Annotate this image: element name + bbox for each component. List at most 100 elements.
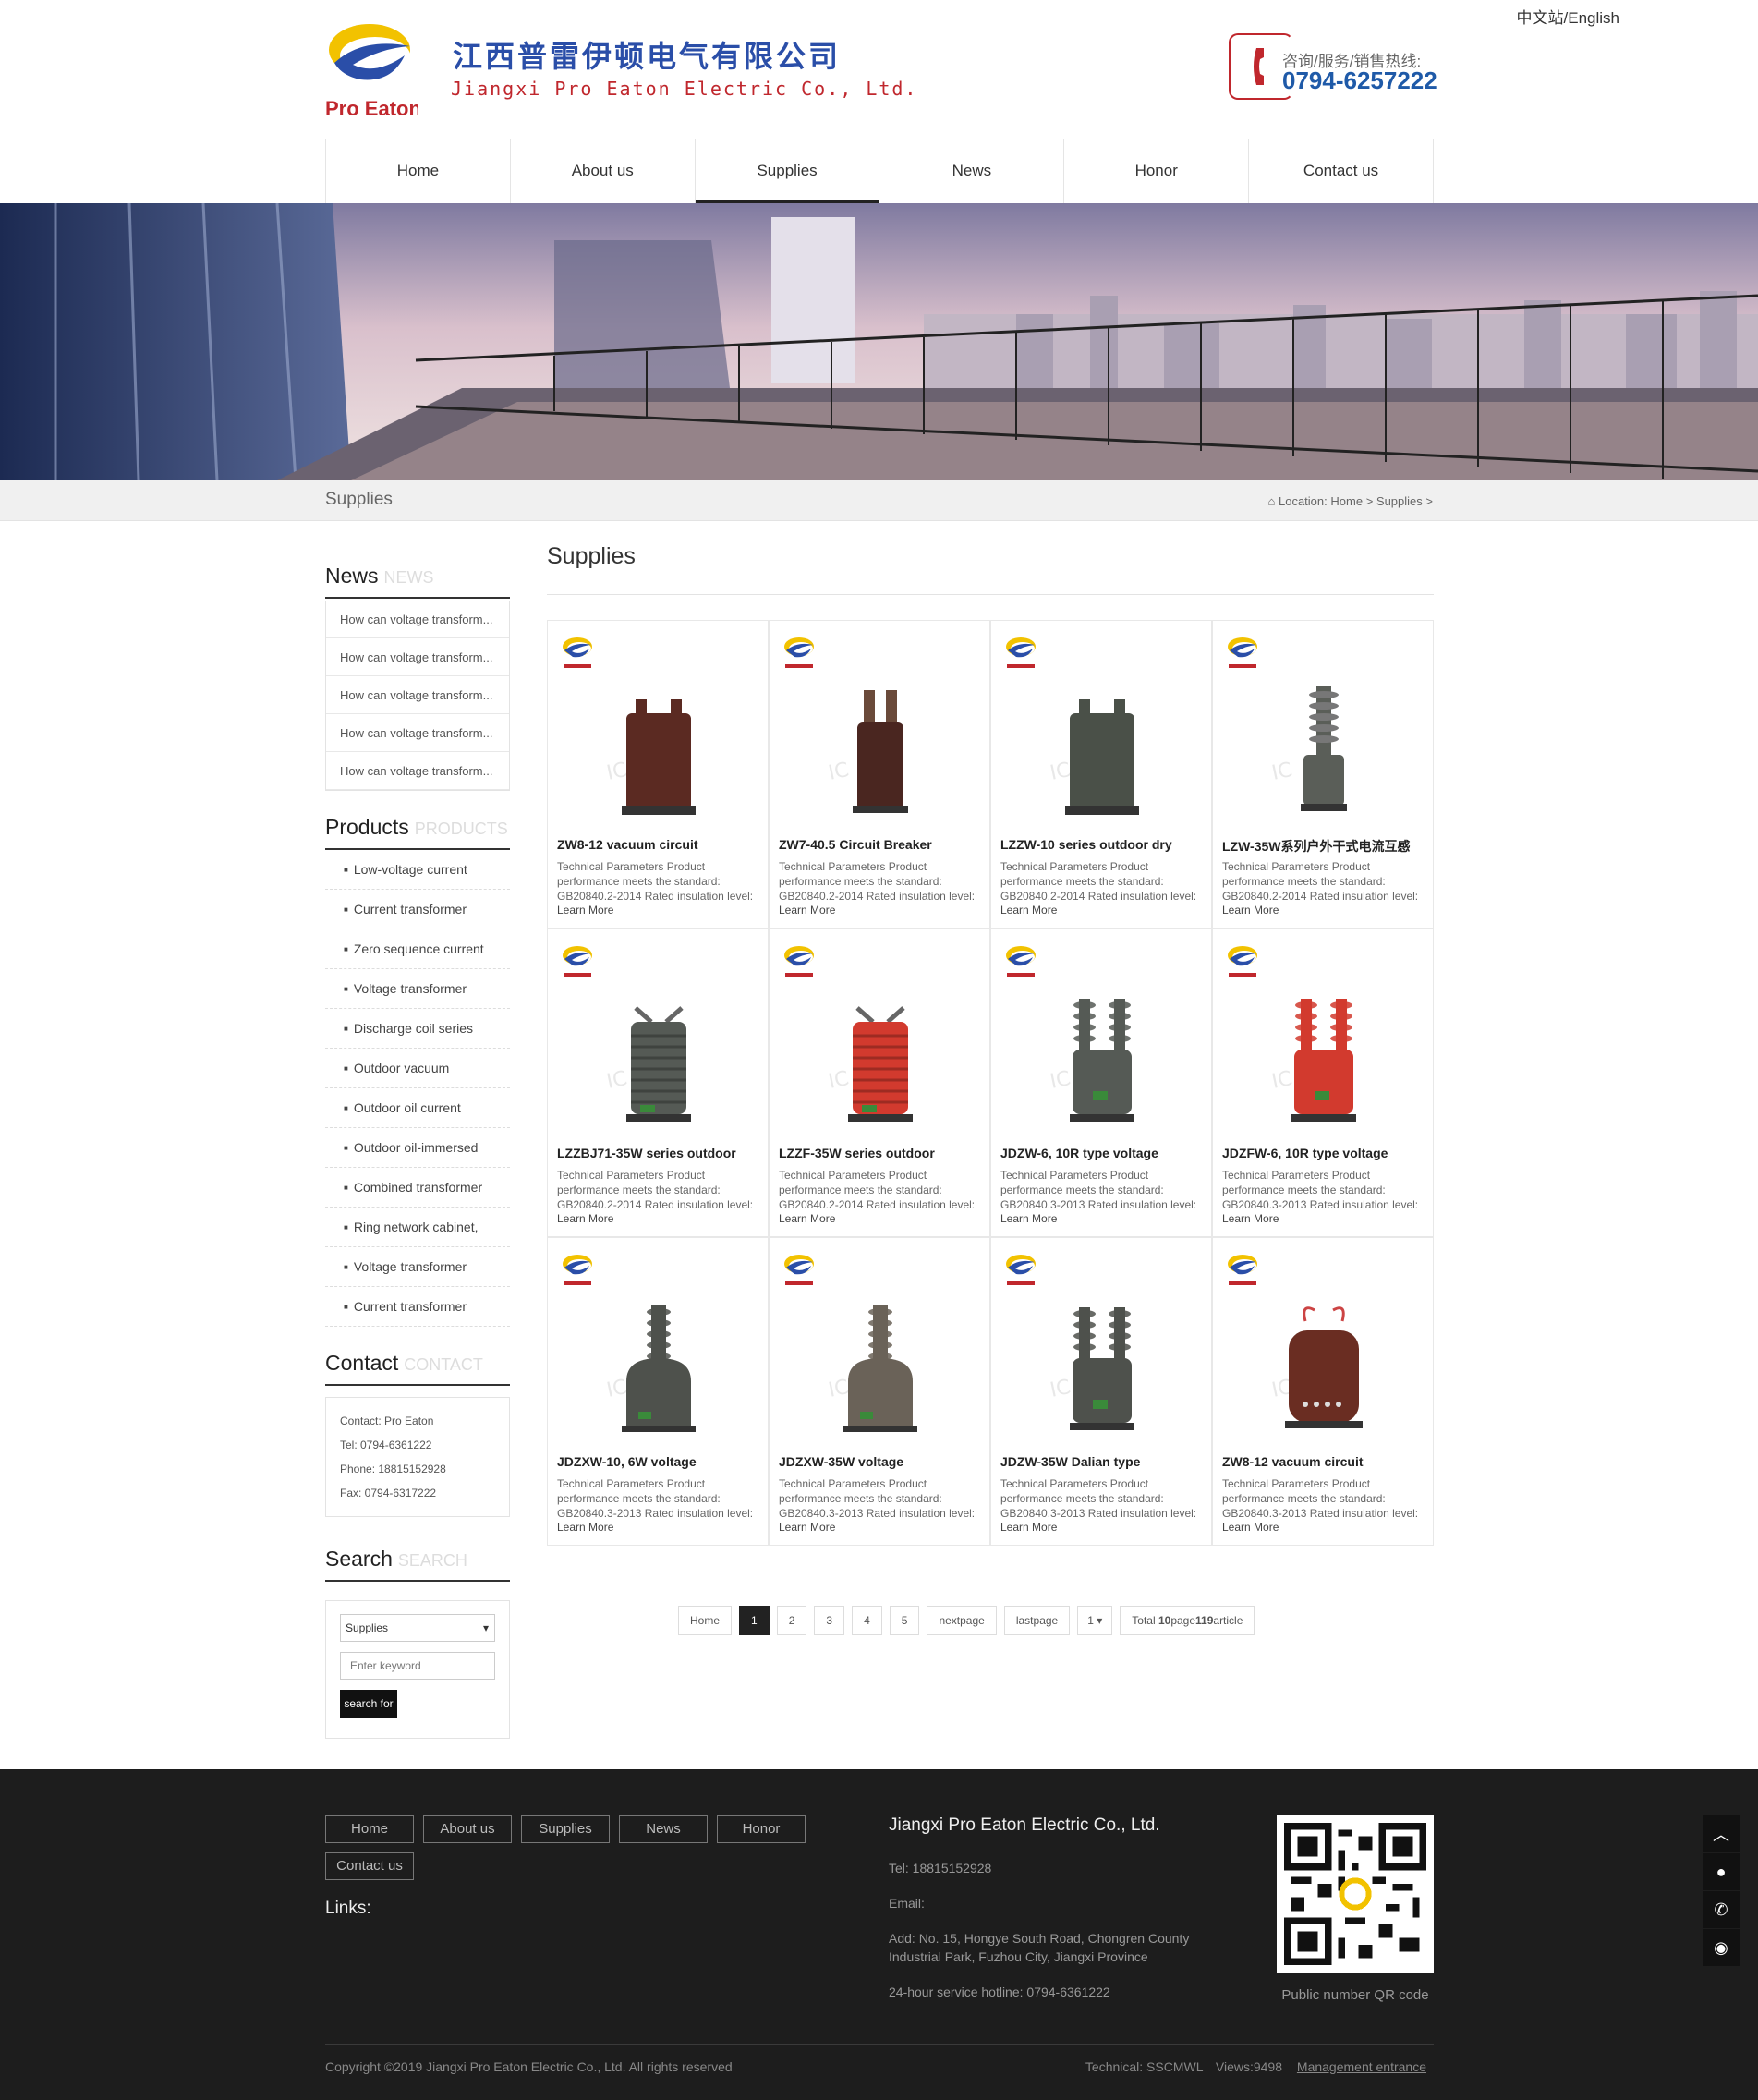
product-image[interactable]: IC bbox=[1250, 676, 1398, 829]
product-title[interactable]: JDZFW-6, 10R type voltage bbox=[1222, 1146, 1427, 1160]
product-card[interactable]: IC JDZFW-6, 10R type voltage Technical P… bbox=[1212, 929, 1434, 1237]
product-title[interactable]: JDZXW-35W voltage bbox=[779, 1454, 984, 1469]
learn-more-link[interactable]: Learn More bbox=[1000, 904, 1057, 916]
learn-more-link[interactable]: Learn More bbox=[1000, 1521, 1057, 1534]
search-category-select[interactable]: Supplies bbox=[340, 1614, 495, 1642]
footer-nav-about[interactable]: About us bbox=[423, 1815, 512, 1843]
product-image[interactable]: IC bbox=[806, 1293, 954, 1446]
product-image[interactable]: IC bbox=[1028, 676, 1176, 829]
nav-about[interactable]: About us bbox=[511, 139, 696, 203]
learn-more-link[interactable]: Learn More bbox=[779, 904, 835, 916]
nav-supplies[interactable]: Supplies bbox=[695, 139, 880, 203]
product-card[interactable]: IC JDZW-35W Dalian type Technical Parame… bbox=[990, 1237, 1212, 1546]
footer-nav-supplies[interactable]: Supplies bbox=[521, 1815, 610, 1843]
footer-nav-contact[interactable]: Contact us bbox=[325, 1852, 414, 1880]
search-input[interactable]: Enter keyword bbox=[340, 1652, 495, 1680]
category-item[interactable]: Discharge coil series bbox=[325, 1009, 510, 1049]
category-item[interactable]: Outdoor oil-immersed bbox=[325, 1128, 510, 1168]
footer-nav-honor[interactable]: Honor bbox=[717, 1815, 806, 1843]
category-item[interactable]: Zero sequence current bbox=[325, 929, 510, 969]
product-card[interactable]: IC LZZF-35W series outdoor Technical Par… bbox=[769, 929, 990, 1237]
product-title[interactable]: LZZBJ71-35W series outdoor bbox=[557, 1146, 762, 1160]
learn-more-link[interactable]: Learn More bbox=[557, 904, 613, 916]
learn-more-link[interactable]: Learn More bbox=[1222, 1212, 1279, 1225]
news-item[interactable]: How can voltage transform... bbox=[326, 638, 509, 676]
page-number[interactable]: 3 bbox=[814, 1606, 845, 1635]
product-card[interactable]: IC ZW8-12 vacuum circuit Technical Param… bbox=[1212, 1237, 1434, 1546]
product-title[interactable]: ZW8-12 vacuum circuit bbox=[1222, 1454, 1427, 1469]
product-image[interactable]: IC bbox=[806, 676, 954, 829]
news-item[interactable]: How can voltage transform... bbox=[326, 714, 509, 752]
category-item[interactable]: Low-voltage current bbox=[325, 850, 510, 890]
category-item[interactable]: Outdoor vacuum bbox=[325, 1049, 510, 1088]
category-item[interactable]: Combined transformer bbox=[325, 1168, 510, 1208]
page-select[interactable]: 1 ▾ bbox=[1077, 1606, 1113, 1635]
nav-contact[interactable]: Contact us bbox=[1249, 139, 1434, 203]
learn-more-link[interactable]: Learn More bbox=[557, 1521, 613, 1534]
product-title[interactable]: JDZW-6, 10R type voltage bbox=[1000, 1146, 1206, 1160]
product-card[interactable]: IC JDZW-6, 10R type voltage Technical Pa… bbox=[990, 929, 1212, 1237]
product-image[interactable]: IC bbox=[1250, 985, 1398, 1137]
learn-more-link[interactable]: Learn More bbox=[779, 1212, 835, 1225]
phone-icon[interactable]: ✆ bbox=[1703, 1891, 1740, 1928]
management-link[interactable]: Management entrance bbox=[1297, 2059, 1426, 2074]
brand-logo bbox=[563, 946, 592, 977]
arrow-up-icon[interactable]: ︿ bbox=[1703, 1815, 1740, 1852]
learn-more-link[interactable]: Learn More bbox=[557, 1212, 613, 1225]
news-item[interactable]: How can voltage transform... bbox=[326, 601, 509, 638]
learn-more-link[interactable]: Learn More bbox=[1222, 904, 1279, 916]
breadcrumb-current[interactable]: Supplies bbox=[1376, 494, 1423, 508]
wechat-icon[interactable]: ◉ bbox=[1703, 1929, 1740, 1966]
page-last[interactable]: lastpage bbox=[1003, 1606, 1071, 1635]
footer-nav-news[interactable]: News bbox=[619, 1815, 708, 1843]
product-image[interactable]: IC bbox=[1028, 985, 1176, 1137]
product-title[interactable]: JDZW-35W Dalian type bbox=[1000, 1454, 1206, 1469]
category-item[interactable]: Voltage transformer bbox=[325, 1247, 510, 1287]
page-next[interactable]: nextpage bbox=[927, 1606, 997, 1635]
product-card[interactable]: IC ZW7-40.5 Circuit Breaker Technical Pa… bbox=[769, 620, 990, 929]
category-item[interactable]: Current transformer bbox=[325, 890, 510, 929]
nav-home[interactable]: Home bbox=[326, 139, 511, 203]
category-item[interactable]: Voltage transformer bbox=[325, 969, 510, 1009]
page-number[interactable]: 4 bbox=[852, 1606, 882, 1635]
product-title[interactable]: LZW-35W系列户外干式电流互感 bbox=[1222, 837, 1427, 856]
page-number[interactable]: 5 bbox=[889, 1606, 920, 1635]
product-card[interactable]: IC JDZXW-10, 6W voltage Technical Parame… bbox=[547, 1237, 769, 1546]
product-title[interactable]: ZW8-12 vacuum circuit bbox=[557, 837, 762, 852]
product-image[interactable]: IC bbox=[806, 985, 954, 1137]
news-item[interactable]: How can voltage transform... bbox=[326, 752, 509, 790]
search-button[interactable]: search for bbox=[340, 1690, 397, 1718]
product-card[interactable]: IC JDZXW-35W voltage Technical Parameter… bbox=[769, 1237, 990, 1546]
learn-more-link[interactable]: Learn More bbox=[1222, 1521, 1279, 1534]
search-heading: Search SEARCH bbox=[325, 1547, 510, 1582]
page-number[interactable]: 2 bbox=[776, 1606, 807, 1635]
product-card[interactable]: IC LZZW-10 series outdoor dry Technical … bbox=[990, 620, 1212, 929]
logo[interactable]: Pro Eaton bbox=[325, 18, 418, 122]
breadcrumb-home[interactable]: Home bbox=[1330, 494, 1363, 508]
nav-news[interactable]: News bbox=[879, 139, 1065, 203]
product-card[interactable]: IC LZW-35W系列户外干式电流互感 Technical Parameter… bbox=[1212, 620, 1434, 929]
category-item[interactable]: Outdoor oil current bbox=[325, 1088, 510, 1128]
product-card[interactable]: IC LZZBJ71-35W series outdoor Technical … bbox=[547, 929, 769, 1237]
language-switch[interactable]: 中文站/English bbox=[1517, 5, 1619, 28]
product-image[interactable]: IC bbox=[1250, 1293, 1398, 1446]
category-item[interactable]: Current transformer bbox=[325, 1287, 510, 1327]
category-item[interactable]: Ring network cabinet, bbox=[325, 1208, 510, 1247]
product-image[interactable]: IC bbox=[585, 985, 733, 1137]
product-title[interactable]: LZZF-35W series outdoor bbox=[779, 1146, 984, 1160]
page-home[interactable]: Home bbox=[678, 1606, 733, 1635]
product-title[interactable]: JDZXW-10, 6W voltage bbox=[557, 1454, 762, 1469]
learn-more-link[interactable]: Learn More bbox=[779, 1521, 835, 1534]
product-card[interactable]: IC ZW8-12 vacuum circuit Technical Param… bbox=[547, 620, 769, 929]
page-number[interactable]: 1 bbox=[739, 1606, 770, 1635]
product-image[interactable]: IC bbox=[1028, 1293, 1176, 1446]
nav-honor[interactable]: Honor bbox=[1064, 139, 1250, 203]
product-image[interactable]: IC bbox=[585, 1293, 733, 1446]
news-item[interactable]: How can voltage transform... bbox=[326, 676, 509, 714]
product-title[interactable]: LZZW-10 series outdoor dry bbox=[1000, 837, 1206, 852]
qq-icon[interactable]: ● bbox=[1703, 1853, 1740, 1890]
product-title[interactable]: ZW7-40.5 Circuit Breaker bbox=[779, 837, 984, 852]
footer-nav-home[interactable]: Home bbox=[325, 1815, 414, 1843]
learn-more-link[interactable]: Learn More bbox=[1000, 1212, 1057, 1225]
product-image[interactable]: IC bbox=[585, 676, 733, 829]
